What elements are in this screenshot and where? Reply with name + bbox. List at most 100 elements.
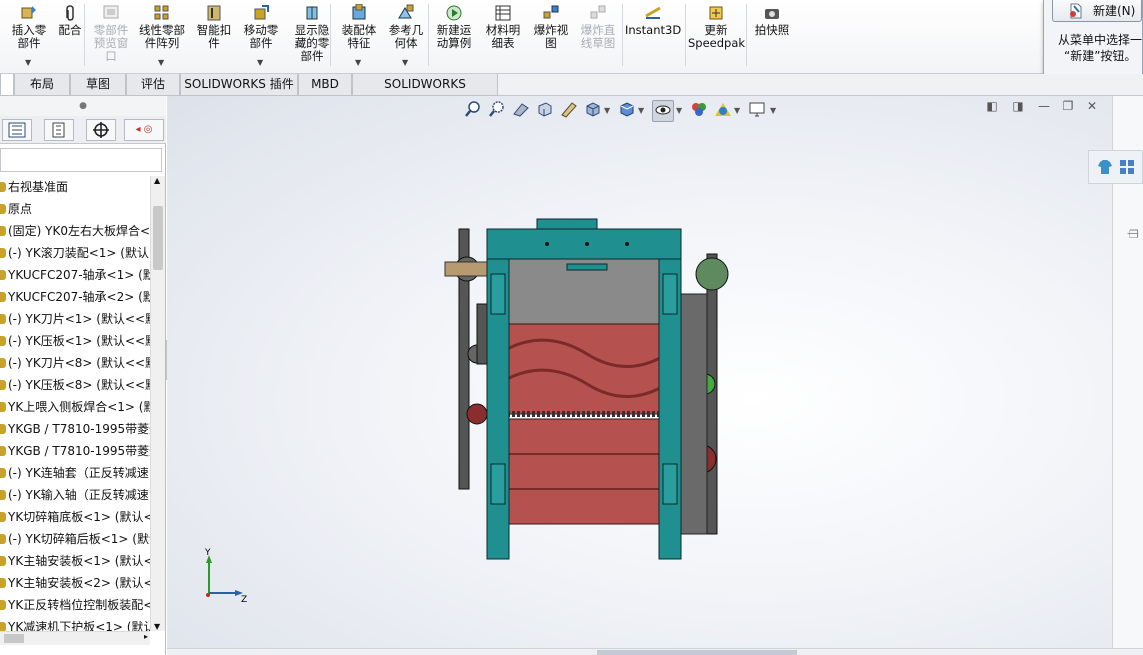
task-pane-restore-icon[interactable]: ❐ [1129,228,1139,241]
grid-icon[interactable] [1119,159,1135,175]
linear-pattern-button[interactable]: 线性零部 件阵列 ▼ [134,0,190,70]
dynamic-annotation-icon[interactable] [558,100,580,122]
smart-fasteners-button[interactable]: 智能扣件 [192,0,236,70]
tree-item[interactable]: (-) YK切碎箱后板<1> (默认 [0,528,150,550]
bom-button[interactable]: 材料明 细表 [480,0,526,70]
tree-item[interactable]: (固定) YK0左右大板焊合<1 [0,220,150,242]
instant3d-button[interactable]: Instant3D [625,0,681,70]
tree-item[interactable]: YK切碎箱底板<1> (默认< [0,506,150,528]
next-document-icon[interactable]: ◨ [1008,96,1028,116]
new-motion-study-button[interactable]: 新建运 动算例 [430,0,478,70]
tab-3[interactable]: 评估 [126,74,180,96]
configuration-manager-tab[interactable] [86,119,116,141]
tree-hscroll-thumb[interactable] [4,634,24,643]
show-hidden-icon [306,6,318,20]
reference-geometry-dropdown-icon[interactable]: ▼ [402,56,408,69]
move-component-button[interactable]: 移动零 部件 ▼ [238,0,284,70]
tab-1[interactable]: 布局 [14,74,70,96]
reference-geometry-icon [398,4,414,19]
part-icon [0,446,6,456]
part-icon [0,424,6,434]
tree-item[interactable]: YKUCFC207-轴承<1> (默 [0,264,150,286]
previous-document-icon[interactable]: ◧ [982,96,1002,116]
feature-tree-tab[interactable] [2,119,32,141]
tree-item[interactable]: YK正反转档位控制板装配< [0,594,150,616]
mate-button[interactable]: 配合 [52,0,88,70]
exploded-view-button[interactable]: 爆炸视图 [530,0,572,70]
tree-item-label: (-) YK滚刀装配<1> (默认< [8,246,150,260]
assembly-feature-button[interactable]: 装配体 特征 ▼ [336,0,382,70]
dim-xpert-tab[interactable]: ◂ ◎ [124,119,164,141]
insert-component-button[interactable]: 插入零 部件 ▼ [6,0,52,70]
bottom-scroll-thumb[interactable] [597,650,797,655]
tree-item[interactable]: YKUCFC207-轴承<2> (默 [0,286,150,308]
scroll-down-icon[interactable]: ▼ [154,622,160,631]
tree-filter-input[interactable] [0,148,162,172]
view-orientation-icon[interactable] [582,100,604,122]
tree-horizontal-scrollbar[interactable]: ▸ [0,631,150,645]
new-hint-text: 从菜单中选择一 “新建”按钮。 [1058,32,1142,64]
previous-view-icon[interactable] [510,100,532,122]
linear-pattern-dropdown-icon[interactable]: ▼ [158,56,164,69]
tree-item[interactable]: YKGB / T7810-1995带菱形 [0,440,150,462]
tree-item[interactable]: (-) YK压板<1> (默认<<默 [0,330,150,352]
part-icon [0,556,6,566]
tree-item[interactable]: YKGB / T7810-1995带菱形 [0,418,150,440]
hide-show-items-icon[interactable] [652,100,674,122]
tab-2[interactable]: 草图 [70,74,126,96]
explode-line-sketch-button[interactable]: 爆炸直 线草图 [574,0,622,70]
tree-vertical-scrollbar[interactable]: ▲ ▼ [150,176,165,631]
tree-item[interactable]: (-) YK输入轴（正反转减速 [0,484,150,506]
new-button[interactable]: 新建(N) [1052,0,1142,22]
tree-item[interactable]: (-) YK连轴套（正反转减速 [0,462,150,484]
snapshot-button[interactable]: 拍快照 [750,0,794,70]
display-style-dropdown-icon[interactable]: ▼ [638,106,644,115]
instant3d-label-line: Instant3D [625,23,682,37]
tree-item[interactable]: YK上喂入侧板焊合<1> (默 [0,396,150,418]
assembly-model[interactable] [437,214,737,569]
tree-item-label: YK正反转档位控制板装配< [8,598,150,612]
tab-4[interactable]: SOLIDWORKS 插件 [180,74,298,96]
apply-scene-icon[interactable] [712,100,734,122]
view-orientation-dropdown-icon[interactable]: ▼ [604,106,610,115]
insert-component-dropdown-icon[interactable]: ▼ [25,56,31,69]
shirt-icon[interactable] [1097,159,1113,175]
close-icon[interactable]: ✕ [1082,96,1102,116]
tab-0[interactable] [0,74,14,96]
reference-geometry-button[interactable]: 参考几 何体 ▼ [383,0,429,70]
tree-item[interactable]: 右视基准面 [0,176,150,198]
scroll-right-icon[interactable]: ▸ [144,632,148,641]
scroll-up-icon[interactable]: ▲ [154,176,160,185]
view-settings-icon[interactable] [746,100,768,122]
tree-item[interactable]: (-) YK滚刀装配<1> (默认< [0,242,150,264]
view-settings-dropdown-icon[interactable]: ▼ [770,106,776,115]
display-style-icon[interactable] [616,100,638,122]
tree-item[interactable]: (-) YK压板<8> (默认<<默 [0,374,150,396]
tree-item[interactable]: (-) YK刀片<8> (默认<<默 [0,352,150,374]
update-speedpak-button[interactable]: 更新 Speedpak [688,0,745,70]
show-hidden-button[interactable]: 显示隐 藏的零 部件 [288,0,336,70]
hide-show-dropdown-icon[interactable]: ▼ [676,106,682,115]
tree-scroll-thumb[interactable] [153,206,163,270]
tree-item[interactable]: (-) YK刀片<1> (默认<<默 [0,308,150,330]
property-manager-tab[interactable] [44,119,74,141]
restore-icon[interactable]: ❐ [1058,96,1078,116]
component-preview-button[interactable]: 零部件 预览窗口 [88,0,134,70]
move-component-dropdown-icon[interactable]: ▼ [257,56,263,69]
panel-grip[interactable]: ● [0,96,166,116]
tree-item[interactable]: 原点 [0,198,150,220]
tree-item[interactable]: YK减速机下护板<1> (默认 [0,616,150,631]
zoom-to-fit-icon[interactable] [462,100,484,122]
apply-scene-dropdown-icon[interactable]: ▼ [734,106,740,115]
section-view-icon[interactable] [534,100,556,122]
minimize-icon[interactable]: — [1034,96,1054,116]
tree-item[interactable]: YK主轴安装板<1> (默认< [0,550,150,572]
graphics-area[interactable]: ▼ ▼ ▼ ▼ ▼ ◧ ◨ — ❐ ✕ Y Z [167,96,1112,648]
assembly-feature-dropdown-icon[interactable]: ▼ [355,56,361,69]
tab-6[interactable]: SOLIDWORKS Inspection [352,74,498,112]
edit-appearance-icon[interactable] [688,100,710,122]
part-icon [0,622,6,631]
zoom-to-area-icon[interactable] [486,100,508,122]
tree-item[interactable]: YK主轴安装板<2> (默认< [0,572,150,594]
tab-5[interactable]: MBD [298,74,352,96]
